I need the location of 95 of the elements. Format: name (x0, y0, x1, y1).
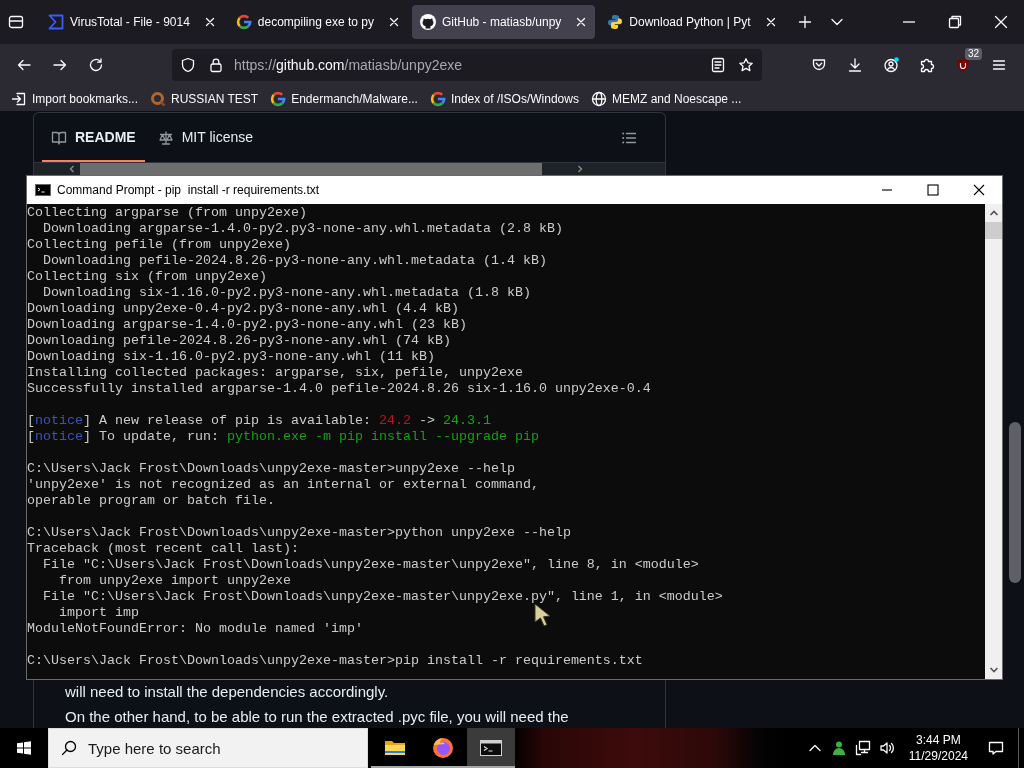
scrollbar-thumb[interactable] (985, 222, 1002, 239)
terminal-line: Downloading pefile-2024.8.26-py3-none-any.whl (74 kB) (27, 333, 451, 349)
search-icon (61, 740, 77, 756)
horizontal-scrollbar[interactable] (34, 163, 665, 175)
minimize-icon (903, 21, 915, 23)
count-badge: 32 (964, 48, 982, 60)
g-logo-icon (429, 90, 446, 107)
terminal-line: [notice] A new release of pip is available: 24.2 -> 24.3.1 (27, 413, 491, 429)
cat-icon (419, 14, 436, 30)
tray-icon (8, 14, 24, 30)
restore-icon (947, 14, 963, 30)
chevron-right-icon[interactable] (576, 165, 584, 173)
terminal-line: operable program or batch file. (27, 493, 275, 509)
maximize-icon (925, 182, 941, 198)
terminal-line: File "C:\Users\Jack Frost\Downloads\unpy2exe-master\unpy2exe.py", line 1, in <module> (42, 589, 723, 605)
scrollbar-thumb[interactable] (1009, 422, 1021, 583)
star-icon[interactable] (738, 57, 754, 73)
terminal-line: C:\Users\Jack Frost\Downloads\unpy2exe-master>pip install -r requirements.txt (27, 653, 643, 669)
taskbar-clock[interactable]: 3:44 PM 11/29/2024 (902, 728, 974, 768)
chevron-down-icon[interactable] (988, 666, 999, 674)
download-icon (847, 57, 863, 73)
terminal-line: C:\Users\Jack Frost\Downloads\unpy2exe-master>python unpy2exe --help (27, 525, 571, 541)
address-bar[interactable]: https://github.com/matiasb/unpy2exe (172, 49, 762, 81)
minimize-icon (882, 189, 892, 191)
terminal-line: Downloading pefile-2024.8.26-py3-none-any.whl.metadata (1.4 kB) (42, 253, 547, 269)
vertical-scrollbar[interactable] (985, 204, 1002, 679)
bookmark-item[interactable]: Endermanch/Malware... (266, 87, 422, 110)
arrow-left-icon (16, 57, 32, 73)
person-icon (830, 740, 847, 756)
scrollbar-thumb[interactable] (80, 163, 542, 175)
snakes-icon (607, 14, 624, 30)
globe-icon (590, 90, 607, 107)
terminal-line: Traceback (most recent call last): (27, 541, 299, 557)
taskbar-app[interactable] (467, 728, 515, 768)
bookmark-item[interactable]: RUSSIAN TEST (146, 87, 263, 110)
mouse-pointer-icon (534, 603, 552, 627)
readme-paragraph: will need to install the dependencies accordingly. (65, 683, 390, 700)
book-icon (51, 129, 67, 146)
terminal-line: C:\Users\Jack Frost\Downloads\unpy2exe-master>unpy2exe --help (27, 461, 515, 477)
terminal-line: ModuleNotFoundError: No module named 'imp' (27, 621, 363, 637)
terminal-line: Downloading argparse-1.4.0-py2.py3-none-any.whl (23 kB) (27, 317, 467, 333)
browser-tab[interactable]: GitHub - matiasb/unpy (411, 5, 596, 39)
g-logo-icon (270, 90, 287, 107)
network-icon (854, 740, 871, 756)
terminal-line: import imp (58, 605, 139, 621)
terminal-line: [notice] To update, run: python.exe -m pip install --upgrade pip (27, 429, 539, 445)
browser-tab[interactable]: decompiling exe to py (227, 5, 408, 39)
scale-icon (157, 129, 174, 146)
terminal-line: Collecting argparse (from unpy2exe) (27, 205, 307, 221)
ring-logo-icon (150, 90, 167, 107)
extension-button[interactable]: 32 (947, 49, 979, 81)
windows-icon (16, 740, 32, 756)
readme-tab[interactable]: MIT license (148, 113, 262, 162)
chevron-up-icon[interactable] (988, 209, 999, 217)
shield-icon[interactable] (180, 57, 196, 73)
account-icon (883, 57, 899, 73)
speaker-icon (878, 740, 895, 756)
close-icon (971, 182, 987, 198)
extension-shield-icon (955, 57, 971, 73)
terminal-line: File "C:\Users\Jack Frost\Downloads\unpy2exe-master\unpy2exe", line 8, in <module> (42, 557, 699, 573)
pocket-icon (811, 57, 827, 73)
terminal-line: Installing collected packages: argparse, six, pefile, unpy2exe (27, 365, 523, 381)
terminal-line: Successfully installed argparse-1.4.0 pefile-2024.8.26 six-1.16.0 unpy2exe-0.4 (27, 381, 651, 397)
terminal-line: from unpy2exe import unpy2exe (58, 573, 291, 589)
bookmark-item[interactable]: Index of /ISOs/Windows (425, 87, 583, 110)
terminal-line: Downloading argparse-1.4.0-py2.py3-none-any.whl.metadata (2.8 kB) (42, 221, 563, 237)
lock-icon[interactable] (208, 57, 224, 73)
browser-tab[interactable]: Download Python | Pyt (599, 5, 785, 39)
browser-tab[interactable]: VirusTotal - File - 9014 (40, 5, 224, 39)
menu-icon (991, 57, 1007, 73)
bracket-chevron-icon (48, 14, 64, 30)
readme-paragraph: On the other hand, to be able to run the extracted .pyc file, you will need the (65, 708, 570, 725)
terminal-line: 'unpy2exe' is not recognized as an internal or external command, (27, 477, 539, 493)
bookmark-item[interactable]: MEMZ and Noescape ... (586, 87, 746, 110)
terminal-line: Downloading six-1.16.0-py2.py3-none-any.whl.metadata (1.8 kB) (42, 285, 531, 301)
terminal-line: Collecting pefile (from unpy2exe) (27, 237, 291, 253)
reload-icon (88, 57, 104, 73)
fox-icon (431, 736, 455, 760)
terminal-line: Collecting six (from unpy2exe) (27, 269, 267, 285)
terminal-line: Downloading unpy2exe-0.4-py2.py3-none-any.whl (4.4 kB) (27, 301, 459, 317)
arrow-right-icon (52, 57, 68, 73)
url-text[interactable]: https://github.com/matiasb/unpy2exe (234, 54, 463, 76)
bookmark-item[interactable]: Import bookmarks... (7, 87, 143, 110)
puzzle-icon (919, 57, 935, 73)
chevron-left-icon[interactable] (68, 165, 76, 173)
close-icon (993, 14, 1009, 30)
import-icon (11, 90, 27, 107)
search-field[interactable]: Type here to search (48, 728, 368, 768)
window-title: Command Prompt - pip install -r requirements.txt (57, 182, 320, 199)
g-logo-icon (235, 14, 252, 30)
terminal-icon (35, 182, 51, 198)
notification-icon (988, 740, 1004, 756)
plus-icon (796, 14, 813, 30)
reader-view-icon[interactable] (710, 57, 726, 73)
terminal-line: Downloading six-1.16.0-py2.py3-none-any.whl (11 kB) (27, 349, 435, 365)
